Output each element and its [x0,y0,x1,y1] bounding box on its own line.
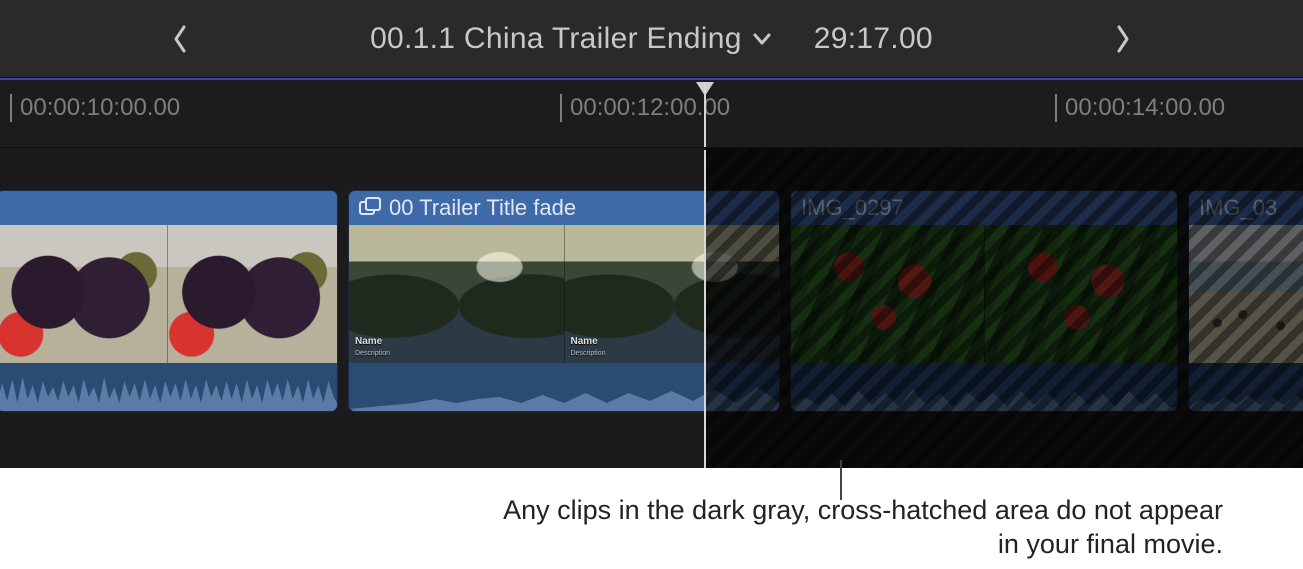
ruler-label: 00:00:14:00.00 [1065,94,1225,122]
waveform-icon [349,363,779,411]
annotation-callout: Any clips in the dark gray, cross-hatche… [0,472,1303,568]
waveform-icon [791,363,1177,411]
title-overlay: Name Description [571,336,606,359]
clip-thumbnails [0,225,337,365]
nav-next-button[interactable] [1093,0,1153,78]
clip-thumbnail [1189,225,1303,365]
clip-thumbnail [985,225,1178,365]
ruler-mark: 00:00:10:00.00 [10,94,180,122]
clip-thumbnail: Name Description [565,225,780,365]
clip-thumbnails: Name Description Name Description [349,225,779,365]
timeline-clip[interactable]: IMG_0297 [790,190,1178,412]
title-overlay-line2: Description [355,348,390,359]
ruler-label: 00:00:12:00.00 [570,94,730,122]
chevron-left-icon [171,24,189,54]
clip-title: IMG_03 [1199,191,1277,225]
project-duration: 29:17.00 [814,22,933,56]
ruler-mark: 00:00:14:00.00 [1055,94,1225,122]
clip-thumbnail [168,225,338,365]
timeline-ruler[interactable]: 00:00:10:00.00 00:00:12:00.00 00:00:14:0… [0,78,1303,148]
project-title: 00.1.1 China Trailer Ending [370,22,742,56]
clip-audio-waveform [1189,363,1303,411]
timeline-clip[interactable]: IMG_03 [1188,190,1303,412]
waveform-icon [1189,363,1303,411]
clip-titlebar [0,191,337,225]
title-overlay-line1: Name [355,336,382,347]
title-overlay-line2: Description [571,348,606,359]
chevron-down-icon [752,32,772,46]
ruler-tick [1055,94,1057,122]
title-area: 00.1.1 China Trailer Ending 29:17.00 [370,22,933,56]
clip-titlebar: 00 Trailer Title fade [349,191,779,225]
clip-thumbnail [0,225,168,365]
title-overlay: Name Description [355,336,390,359]
title-overlay-line1: Name [571,336,598,347]
clip-titlebar: IMG_0297 [791,191,1177,225]
ruler-tick [560,94,562,122]
clip-audio-waveform [0,363,337,411]
clip-audio-waveform [349,363,779,411]
chevron-right-icon [1114,24,1132,54]
clip-thumbnails [791,225,1177,365]
ruler-mark: 00:00:12:00.00 [560,94,730,122]
clip-thumbnail [791,225,985,365]
clip-thumbnail: Name Description [349,225,565,365]
timeline-clip[interactable]: 00 Trailer Title fade Name Description N… [348,190,780,412]
clip-audio-waveform [791,363,1177,411]
nav-prev-button[interactable] [150,0,210,78]
clip-title: IMG_0297 [801,191,904,225]
ruler-label: 00:00:10:00.00 [20,94,180,122]
waveform-icon [0,363,337,411]
annotation-text: Any clips in the dark gray, cross-hatche… [483,494,1223,562]
clip-title: 00 Trailer Title fade [389,191,576,225]
project-title-button[interactable]: 00.1.1 China Trailer Ending [370,22,772,56]
primary-storyline: 00 Trailer Title fade Name Description N… [0,190,1303,412]
timeline-editor: 00.1.1 China Trailer Ending 29:17.00 00:… [0,0,1303,468]
timeline-clip[interactable] [0,190,338,412]
compound-clip-icon [359,197,381,219]
clip-titlebar: IMG_03 [1189,191,1303,225]
timeline-track-area[interactable]: 00 Trailer Title fade Name Description N… [0,148,1303,468]
clip-thumbnails [1189,225,1303,365]
ruler-tick [10,94,12,122]
timeline-header: 00.1.1 China Trailer Ending 29:17.00 [0,0,1303,78]
